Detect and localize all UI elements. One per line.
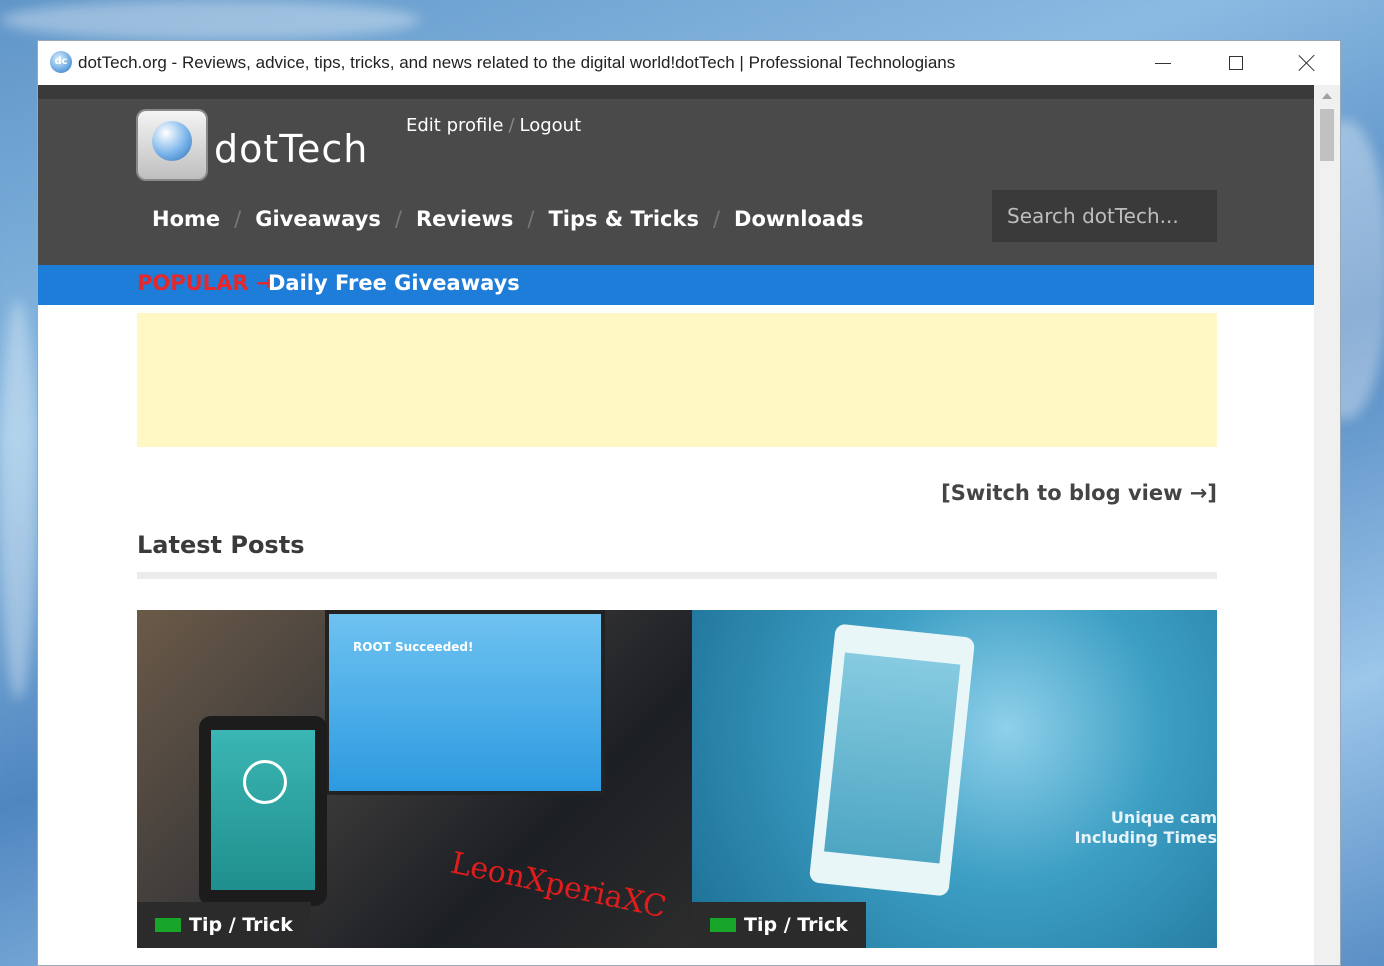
switch-view-link[interactable]: [Switch to blog view →] xyxy=(941,481,1217,505)
nav-separator: / xyxy=(712,207,721,231)
latest-posts-heading: Latest Posts xyxy=(137,531,305,559)
sky-cloud xyxy=(0,0,420,40)
main-nav: Home / Giveaways / Reviews / Tips & Tric… xyxy=(152,207,864,231)
search-input[interactable]: Search dotTech... xyxy=(992,190,1217,242)
post-card[interactable]: Unique cam Including Times Tip / Trick xyxy=(692,610,1217,948)
post-card[interactable]: ROOT Succeeded! LeonXperiaXC Tip / Trick xyxy=(137,610,692,948)
title-bar[interactable]: dc dotTech.org - Reviews, advice, tips, … xyxy=(38,41,1340,85)
nav-separator: / xyxy=(234,207,242,231)
minimize-button[interactable] xyxy=(1128,41,1198,85)
sky-cloud xyxy=(0,300,36,700)
unlock-icon xyxy=(243,760,287,804)
logo-globe-icon xyxy=(152,121,192,161)
top-strip xyxy=(38,85,1316,99)
vertical-scrollbar[interactable] xyxy=(1314,85,1340,965)
separator: / xyxy=(508,115,515,136)
category-badge[interactable]: Tip / Trick xyxy=(137,902,311,948)
category-square-icon xyxy=(155,918,181,932)
scroll-up-icon[interactable] xyxy=(1322,93,1332,99)
popular-bar: POPULAR → Daily Free Giveaways xyxy=(38,265,1316,305)
popular-label: POPULAR → xyxy=(137,271,274,295)
post-thumbnail-image: ROOT Succeeded! xyxy=(325,610,605,795)
image-caption: ROOT Succeeded! xyxy=(353,640,474,654)
close-button[interactable] xyxy=(1272,41,1340,85)
category-label: Tip / Trick xyxy=(744,914,848,936)
logo-text[interactable]: dotTech xyxy=(214,127,368,171)
category-square-icon xyxy=(710,918,736,932)
popular-link[interactable]: Daily Free Giveaways xyxy=(268,271,520,295)
image-watermark: LeonXperiaXC xyxy=(447,845,670,926)
image-overlay-text: Including Times xyxy=(1074,828,1218,847)
site-logo[interactable] xyxy=(136,109,208,181)
page-viewport: dotTech Edit profile / Logout Home / Givea… xyxy=(38,85,1316,965)
nav-reviews[interactable]: Reviews xyxy=(416,207,513,231)
divider xyxy=(137,572,1217,579)
scrollbar-thumb[interactable] xyxy=(1320,109,1334,161)
category-badge[interactable]: Tip / Trick xyxy=(692,902,866,948)
category-label: Tip / Trick xyxy=(189,914,293,936)
phone-image xyxy=(199,716,327,906)
window-title: dotTech.org - Reviews, advice, tips, tri… xyxy=(78,53,956,72)
maximize-icon xyxy=(1229,56,1243,70)
maximize-button[interactable] xyxy=(1201,41,1271,85)
minimize-icon xyxy=(1155,62,1171,64)
nav-separator: / xyxy=(527,207,535,231)
close-icon xyxy=(1298,54,1316,72)
browser-window: dc dotTech.org - Reviews, advice, tips, … xyxy=(37,40,1341,966)
site-header: dotTech Edit profile / Logout Home / Givea… xyxy=(38,99,1316,265)
dottech-favicon-icon: dc xyxy=(50,51,72,73)
user-links: Edit profile / Logout xyxy=(406,115,581,136)
phone-image xyxy=(808,623,976,897)
nav-downloads[interactable]: Downloads xyxy=(734,207,864,231)
nav-separator: / xyxy=(394,207,402,231)
ad-banner[interactable] xyxy=(137,313,1217,447)
nav-giveaways[interactable]: Giveaways xyxy=(255,207,381,231)
image-overlay-text: Unique cam xyxy=(1110,808,1217,827)
edit-profile-link[interactable]: Edit profile xyxy=(406,115,503,136)
nav-tips-tricks[interactable]: Tips & Tricks xyxy=(548,207,698,231)
nav-home[interactable]: Home xyxy=(152,207,220,231)
logout-link[interactable]: Logout xyxy=(520,115,582,136)
